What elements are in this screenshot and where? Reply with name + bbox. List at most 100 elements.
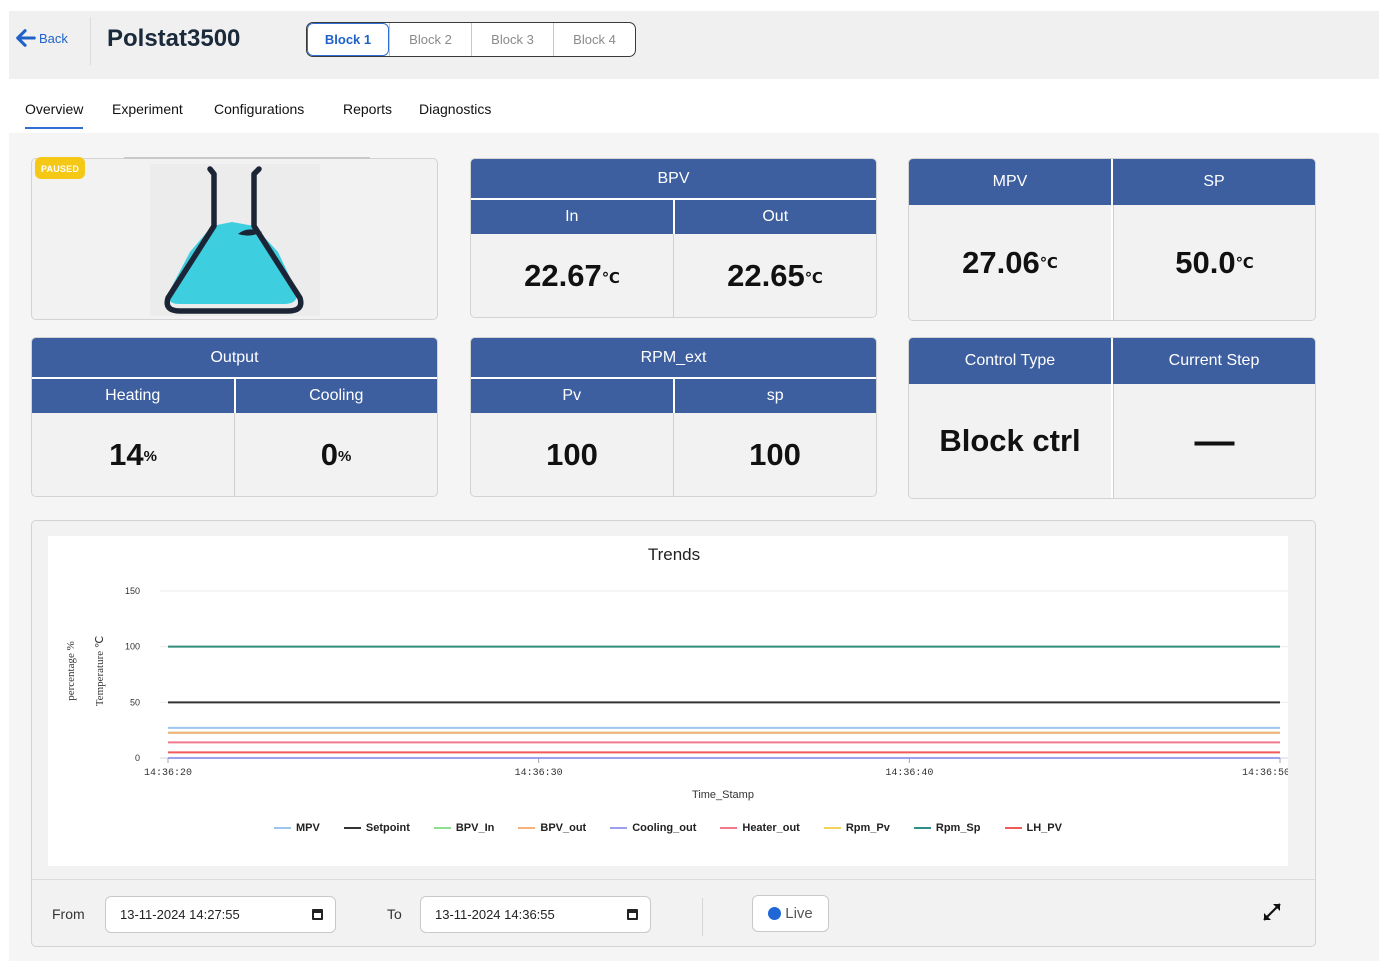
legend-item[interactable]: MPV [274, 822, 320, 834]
tab-diagnostics[interactable]: Diagnostics [419, 101, 491, 117]
y-tick-label: 100 [125, 642, 140, 652]
rpm-subheader: Pv sp [471, 377, 876, 413]
chart-title: Trends [648, 545, 700, 564]
mpv-value: 27.06 ℃ [909, 205, 1111, 320]
rpm-sp-value: 100 [673, 413, 876, 496]
back-label: Back [39, 30, 68, 46]
live-button[interactable]: Live [752, 895, 829, 932]
from-label: From [52, 906, 85, 922]
output-subheader: Heating Cooling [32, 377, 437, 413]
arrow-left-icon [16, 29, 36, 47]
legend-item[interactable]: LH_PV [1004, 822, 1062, 834]
calendar-icon[interactable] [312, 909, 323, 920]
heating-label: Heating [105, 387, 161, 404]
sp-value: 50.0 ℃ [1113, 205, 1315, 320]
legend-swatch [610, 827, 628, 829]
bpv-title: BPV [471, 159, 876, 198]
trends-chart: Trends Time_Stamp Temperature ℃ percenta… [48, 536, 1288, 866]
y-tick-label: 50 [130, 697, 140, 707]
legend-swatch [343, 827, 361, 829]
block-tab-2[interactable]: Block 2 [389, 23, 471, 56]
tab-configurations[interactable]: Configurations [214, 101, 304, 117]
legend-label: Cooling_out [632, 822, 697, 834]
legend-swatch [913, 827, 931, 829]
legend-swatch [518, 827, 536, 829]
calendar-icon[interactable] [627, 909, 638, 920]
tab-bar: Overview Experiment Configurations Repor… [9, 79, 1379, 133]
cooling-value: 0% [234, 413, 437, 496]
bpv-card: BPV In Out 22.67 ℃ 22.65 ℃ [470, 158, 877, 318]
legend-label: LH_PV [1026, 822, 1062, 834]
chart-svg: Trends Time_Stamp Temperature ℃ percenta… [65, 545, 1288, 801]
x-tick-label: 14:36:20 [144, 768, 192, 779]
status-badge: PAUSED [35, 157, 86, 179]
y-tick-label: 0 [135, 753, 140, 763]
legend-swatch [274, 827, 292, 829]
bpv-in-value: 22.67 ℃ [524, 257, 620, 293]
block-tab-1[interactable]: Block 1 [307, 23, 389, 56]
sp-label: SP [1113, 159, 1315, 205]
legend-label: BPV_out [540, 822, 587, 834]
legend-label: Heater_out [742, 822, 800, 834]
legend-label: Rpm_Pv [845, 822, 890, 834]
main-panel: Overview Experiment Configurations Repor… [9, 79, 1379, 961]
block-tab-3[interactable]: Block 3 [471, 23, 553, 56]
expand-icon[interactable] [1260, 900, 1284, 924]
tab-reports[interactable]: Reports [343, 101, 392, 117]
current-step-value: — [1113, 384, 1315, 498]
tab-overview[interactable]: Overview [25, 101, 84, 129]
from-date-input[interactable]: 13-11-2024 14:27:55 [105, 896, 336, 933]
legend-item[interactable]: Setpoint [343, 822, 410, 834]
rpm-pv-label: Pv [562, 387, 582, 404]
bpv-subheader: In Out [471, 198, 876, 234]
legend-item[interactable]: BPV_out [518, 822, 586, 834]
legend-item[interactable]: Heater_out [720, 822, 800, 834]
from-date-value: 13-11-2024 14:27:55 [120, 907, 240, 922]
legend-item[interactable]: Rpm_Pv [823, 822, 890, 834]
legend-item[interactable]: BPV_In [433, 822, 495, 834]
legend-label: Setpoint [365, 822, 410, 834]
page-title: Polstat3500 [107, 25, 241, 52]
heating-value: 14% [109, 436, 157, 472]
legend-item[interactable]: Cooling_out [610, 822, 696, 834]
rpm-values: 100 100 [471, 413, 876, 496]
top-bar: Back Polstat3500 Block 1 Block 2 Block 3… [9, 11, 1379, 79]
divider [90, 17, 91, 65]
control-card: Control Type Block ctrl Current Step — [908, 337, 1316, 499]
block-tab-4[interactable]: Block 4 [553, 23, 635, 56]
y-tick-label: 150 [125, 586, 140, 596]
current-step-label: Current Step [1113, 338, 1315, 384]
control-type-label: Control Type [909, 338, 1111, 384]
x-tick-label: 14:36:50 [1242, 768, 1288, 779]
rpm-sp-label: sp [672, 379, 877, 413]
mpv-sp-card: MPV 27.06 ℃ SP 50.0 ℃ [908, 158, 1316, 321]
control-type-value: Block ctrl [909, 384, 1111, 498]
to-date-value: 13-11-2024 14:36:55 [435, 907, 555, 922]
trends-card: Trends Time_Stamp Temperature ℃ percenta… [31, 520, 1316, 947]
bpv-values: 22.67 ℃ 22.65 ℃ [471, 234, 876, 317]
x-tick-label: 14:36:30 [515, 768, 563, 779]
legend-label: Rpm_Sp [935, 822, 981, 834]
back-button[interactable]: Back [15, 27, 68, 49]
date-range-bar: From 13-11-2024 14:27:55 To 13-11-2024 1… [32, 879, 1315, 946]
output-card: Output Heating Cooling 14% 0% [31, 337, 438, 497]
chart-legend: MPV Setpoint BPV_In BPV_out Cooling_out Heate… [48, 822, 1288, 834]
tab-experiment[interactable]: Experiment [112, 101, 183, 117]
mpv-column: MPV 27.06 ℃ [909, 159, 1111, 320]
legend-swatch [823, 827, 841, 829]
rpm-card: RPM_ext Pv sp 100 100 [470, 337, 877, 497]
current-step-column: Current Step — [1111, 338, 1315, 498]
live-indicator-icon [768, 907, 782, 920]
output-values: 14% 0% [32, 413, 437, 496]
cooling-label: Cooling [233, 379, 438, 413]
chart-x-label: Time_Stamp [692, 789, 754, 801]
flask-icon [150, 164, 320, 316]
bpv-out-value: 22.65 ℃ [673, 234, 876, 317]
legend-item[interactable]: Rpm_Sp [913, 822, 981, 834]
legend-swatch [1004, 827, 1022, 829]
output-title: Output [32, 338, 437, 377]
legend-label: BPV_In [455, 822, 495, 834]
control-type-column: Control Type Block ctrl [909, 338, 1111, 498]
to-date-input[interactable]: 13-11-2024 14:36:55 [420, 896, 651, 933]
status-card: PAUSED [31, 157, 438, 320]
